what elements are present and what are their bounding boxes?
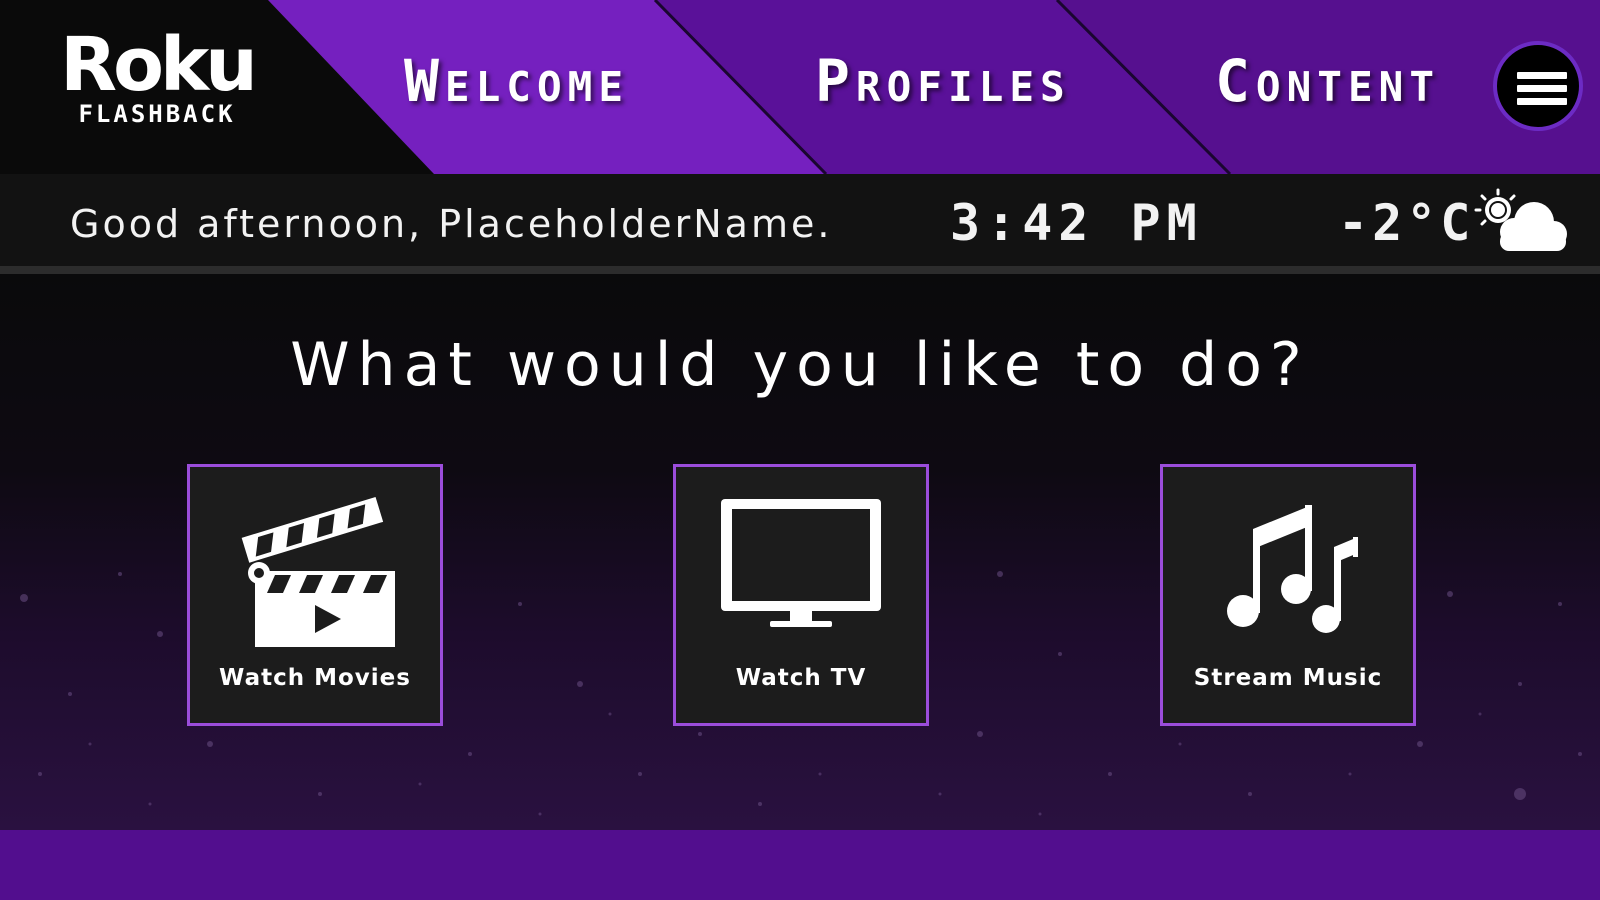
partly-cloudy-icon bbox=[1474, 188, 1567, 251]
stream-music-label: Stream Music bbox=[1193, 665, 1383, 691]
nav-tab-profiles[interactable]: Profiles bbox=[815, 46, 1071, 116]
television-icon bbox=[721, 499, 881, 627]
watch-tv-tile[interactable]: Watch TV bbox=[673, 464, 929, 726]
prompt-heading: What would you like to do? bbox=[290, 330, 1310, 400]
hamburger-menu-button[interactable] bbox=[1493, 41, 1583, 131]
watch-movies-tile[interactable]: Watch Movies bbox=[187, 464, 443, 726]
status-bar: Good afternoon, PlaceholderName. 3:42 PM… bbox=[0, 174, 1600, 274]
nav-tab-content[interactable]: Content bbox=[1215, 46, 1440, 116]
nav-tab-welcome[interactable]: Welcome bbox=[404, 46, 629, 116]
clock: 3:42 PM bbox=[950, 194, 1203, 252]
music-notes-icon bbox=[1227, 505, 1358, 633]
stream-music-tile[interactable]: Stream Music bbox=[1160, 464, 1416, 726]
clapperboard-icon bbox=[241, 496, 395, 647]
logo-subtitle: FLASHBACK bbox=[78, 100, 236, 128]
logo-wordmark: Roku bbox=[60, 22, 258, 108]
watch-tv-label: Watch TV bbox=[735, 665, 867, 691]
roku-flashback-logo[interactable]: Roku FLASHBACK bbox=[52, 28, 262, 128]
top-navigation-bar: Roku FLASHBACK Welcome Profiles Content bbox=[0, 0, 1600, 174]
greeting-text: Good afternoon, PlaceholderName. bbox=[70, 202, 833, 246]
main-content: What would you like to do? Watch Movies … bbox=[0, 274, 1600, 830]
temperature: -2°C bbox=[1338, 194, 1475, 252]
footer-bar bbox=[0, 830, 1600, 900]
watch-movies-label: Watch Movies bbox=[219, 665, 411, 691]
